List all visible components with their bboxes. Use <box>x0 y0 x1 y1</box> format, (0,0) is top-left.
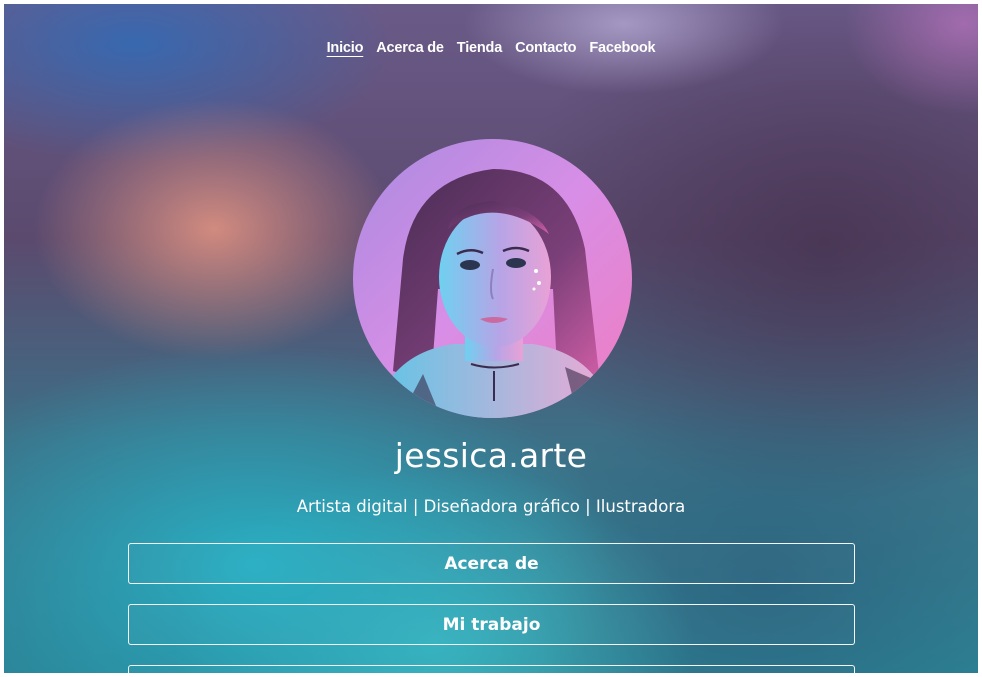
nav-item-contacto[interactable]: Contacto <box>515 40 576 56</box>
nav-item-inicio[interactable]: Inicio <box>327 40 364 56</box>
username: jessica.arte <box>394 436 588 475</box>
link-button-acerca-de[interactable]: Acerca de <box>128 543 855 584</box>
avatar <box>353 139 632 418</box>
profile-photo <box>353 139 632 418</box>
tagline: Artista digital | Diseñadora gráfico | I… <box>296 497 686 516</box>
nav-item-tienda[interactable]: Tienda <box>457 40 502 56</box>
top-nav: Inicio Acerca de Tienda Contacto Faceboo… <box>4 40 978 56</box>
page-background: Inicio Acerca de Tienda Contacto Faceboo… <box>4 4 978 673</box>
link-button-third[interactable] <box>128 665 855 673</box>
link-button-mi-trabajo[interactable]: Mi trabajo <box>128 604 855 645</box>
nav-item-facebook[interactable]: Facebook <box>589 40 655 56</box>
nav-item-acerca-de[interactable]: Acerca de <box>376 40 444 56</box>
